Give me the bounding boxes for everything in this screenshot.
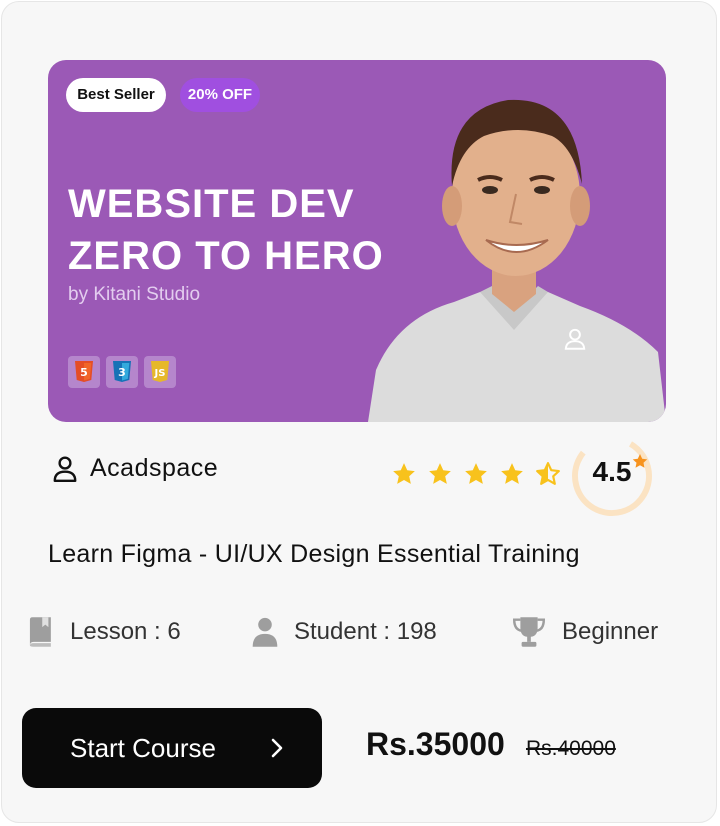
svg-text:3: 3 <box>118 366 126 379</box>
star-full-icon <box>465 463 487 484</box>
course-title[interactable]: Learn Figma - UI/UX Design Essential Tra… <box>48 540 580 569</box>
instructor-name: Acadspace <box>90 454 219 482</box>
trophy-icon <box>512 617 546 647</box>
level-info: Beginner <box>510 616 658 648</box>
svg-text:5: 5 <box>80 366 88 379</box>
start-course-button[interactable]: Start Course <box>22 708 322 788</box>
css3-icon: 3 <box>106 356 138 388</box>
javascript-icon: JS <box>144 356 176 388</box>
banner-title: WEBSITE DEV ZERO TO HERO <box>68 178 384 282</box>
student-count: Student : 198 <box>294 618 437 645</box>
original-price: Rs.40000 <box>526 737 616 760</box>
svg-text:JS: JS <box>154 368 166 379</box>
lesson-count: Lesson : 6 <box>70 618 181 645</box>
instructor-info: Acadspace <box>52 454 218 483</box>
star-half-icon <box>536 462 560 485</box>
lesson-info: Lesson : 6 <box>26 616 181 648</box>
chevron-right-icon <box>271 738 283 758</box>
user-icon <box>53 456 77 482</box>
instructor-photo <box>368 99 666 422</box>
user-outline-icon <box>564 328 586 350</box>
course-banner: Best Seller 20% OFF WEBSITE DEV ZERO TO … <box>48 60 666 422</box>
banner-byline: by Kitani Studio <box>68 284 201 305</box>
banner-title-line-1: WEBSITE DEV <box>68 182 355 226</box>
level-label: Beginner <box>562 618 659 645</box>
start-course-label: Start Course <box>70 732 216 763</box>
star-rating <box>390 461 562 487</box>
star-full-icon <box>429 463 451 484</box>
current-price: Rs.35000 <box>366 726 505 762</box>
banner-title-line-2: ZERO TO HERO <box>68 234 384 278</box>
star-full-icon <box>393 463 415 484</box>
rating-value: 4.5 <box>592 456 632 487</box>
best-seller-badge: Best Seller <box>66 78 166 112</box>
student-info: Student : 198 <box>250 616 437 648</box>
course-card[interactable]: Best Seller 20% OFF WEBSITE DEV ZERO TO … <box>1 1 717 823</box>
student-icon <box>252 617 278 647</box>
html5-icon: 5 <box>68 356 100 388</box>
star-full-icon <box>501 463 523 484</box>
book-icon <box>29 617 51 647</box>
discount-badge: 20% OFF <box>180 78 260 112</box>
